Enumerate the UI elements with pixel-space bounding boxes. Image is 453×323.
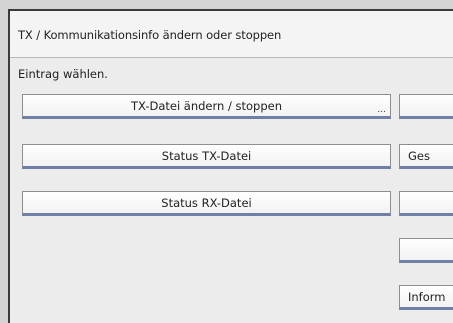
right-button-5-label: Inform (408, 289, 446, 304)
more-options-icon: ... (377, 105, 386, 115)
status-tx-file-button[interactable]: Status TX-Datei (22, 144, 391, 169)
status-tx-file-label: Status TX-Datei (161, 148, 252, 163)
dialog-panel: TX / Kommunikationsinfo ändern oder stop… (8, 9, 453, 323)
title-bar: TX / Kommunikationsinfo ändern oder stop… (10, 11, 453, 58)
right-button-3[interactable] (399, 191, 453, 216)
right-button-2-label: Ges (408, 148, 430, 163)
right-button-1[interactable] (399, 94, 453, 119)
status-rx-file-label: Status RX-Datei (161, 195, 252, 210)
instruction-text: Eintrag wählen. (18, 67, 108, 81)
tx-file-change-stop-label: TX-Datei ändern / stoppen (130, 98, 283, 113)
dialog-title: TX / Kommunikationsinfo ändern oder stop… (18, 28, 282, 42)
right-button-2[interactable]: Ges (399, 144, 453, 169)
tx-file-change-stop-button[interactable]: TX-Datei ändern / stoppen ... (22, 94, 391, 119)
status-rx-file-button[interactable]: Status RX-Datei (22, 191, 391, 216)
right-button-4[interactable] (399, 238, 453, 263)
right-button-5[interactable]: Inform (399, 285, 453, 310)
